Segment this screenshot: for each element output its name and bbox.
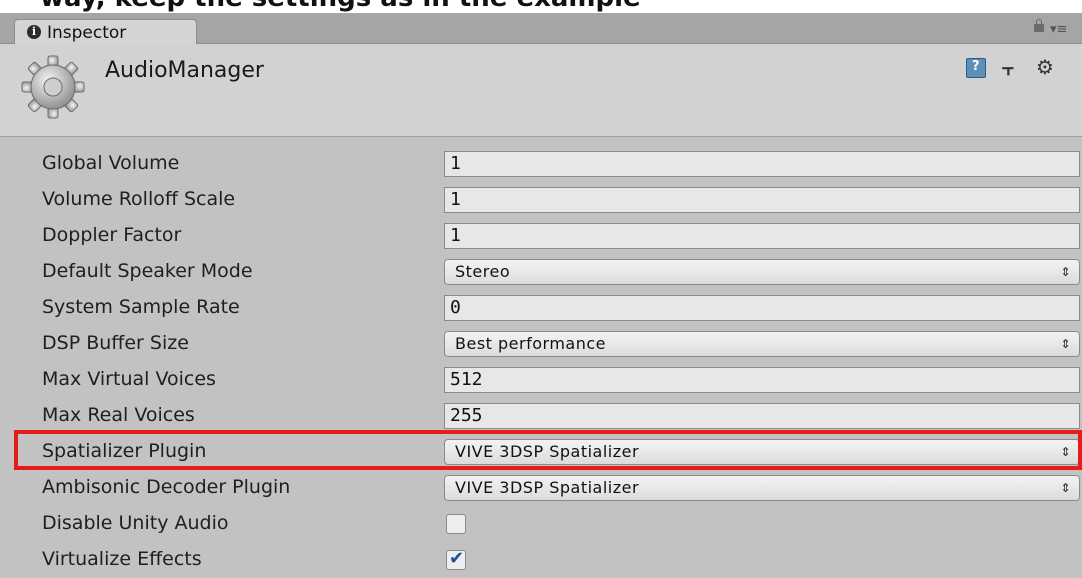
dropdown-arrow-icon: ⇕ [1060,445,1071,459]
property-label: Max Virtual Voices [42,368,216,390]
dropdown-arrow-icon: ⇕ [1060,265,1071,279]
default-speaker-mode-dropdown[interactable]: Stereo ⇕ [444,259,1080,285]
property-row-disable-unity-audio: Disable Unity Audio [0,506,1082,542]
volume-rolloff-scale-field[interactable]: 1 [444,187,1080,213]
disable-unity-audio-checkbox[interactable] [446,514,466,534]
property-label: Global Volume [42,152,180,174]
property-label: System Sample Rate [42,296,240,318]
ambisonic-decoder-plugin-dropdown[interactable]: VIVE 3DSP Spatializer ⇕ [444,475,1080,501]
info-icon: i [27,25,41,39]
property-row-max-virtual-voices: Max Virtual Voices 512 [0,362,1082,398]
property-row-virtualize-effects: Virtualize Effects ✔ [0,542,1082,578]
property-label: Spatializer Plugin [42,440,207,462]
max-real-voices-field[interactable]: 255 [444,403,1080,429]
property-row-doppler-factor: Doppler Factor 1 [0,218,1082,254]
tab-inspector[interactable]: i Inspector [14,19,197,45]
system-sample-rate-field[interactable]: 0 [444,295,1080,321]
property-row-system-sample-rate: System Sample Rate 0 [0,290,1082,326]
lock-icon[interactable] [1034,19,1044,32]
dropdown-value: VIVE 3DSP Spatializer [455,478,640,497]
property-label: DSP Buffer Size [42,332,189,354]
property-label: Ambisonic Decoder Plugin [42,476,291,498]
caption-text: way, keep the settings as in the example [40,0,641,13]
checkmark-icon: ✔ [449,548,465,569]
help-book-icon[interactable] [966,58,986,78]
property-row-max-real-voices: Max Real Voices 255 [0,398,1082,434]
cropped-caption: way, keep the settings as in the example [0,0,1082,13]
property-label: Doppler Factor [42,224,182,246]
preset-icon[interactable]: ⫟ [1002,56,1014,80]
property-row-ambisonic-decoder-plugin: Ambisonic Decoder Plugin VIVE 3DSP Spati… [0,470,1082,506]
inspector-tab-bar: i Inspector ▾≡ [0,13,1082,45]
property-label: Max Real Voices [42,404,195,426]
property-label: Default Speaker Mode [42,260,253,282]
dsp-buffer-size-dropdown[interactable]: Best performance ⇕ [444,331,1080,357]
spatializer-plugin-dropdown[interactable]: VIVE 3DSP Spatializer ⇕ [444,439,1080,465]
property-label: Disable Unity Audio [42,512,229,534]
max-virtual-voices-field[interactable]: 512 [444,367,1080,393]
header-icons: ⫟ ⚙ [966,55,1076,80]
gear-icon [21,55,85,119]
menu-icon[interactable]: ▾≡ [1050,22,1067,37]
tab-tools: ▾≡ [1034,19,1074,38]
property-label: Volume Rolloff Scale [42,188,236,210]
component-title: AudioManager [105,58,264,83]
property-row-dsp-buffer-size: DSP Buffer Size Best performance ⇕ [0,326,1082,362]
dropdown-value: VIVE 3DSP Spatializer [455,442,640,461]
doppler-factor-field[interactable]: 1 [444,223,1080,249]
property-row-volume-rolloff-scale: Volume Rolloff Scale 1 [0,182,1082,218]
property-row-spatializer-plugin: Spatializer Plugin VIVE 3DSP Spatializer… [0,434,1082,470]
component-header: AudioManager ⫟ ⚙ [0,44,1082,137]
tab-label: Inspector [47,23,127,43]
property-row-global-volume: Global Volume 1 [0,146,1082,182]
property-row-default-speaker-mode: Default Speaker Mode Stereo ⇕ [0,254,1082,290]
property-label: Virtualize Effects [42,548,202,570]
settings-cog-icon[interactable]: ⚙ [1036,55,1054,79]
dropdown-arrow-icon: ⇕ [1060,481,1071,495]
dropdown-value: Stereo [455,262,511,281]
dropdown-value: Best performance [455,334,606,353]
dropdown-arrow-icon: ⇕ [1060,337,1071,351]
virtualize-effects-checkbox[interactable]: ✔ [446,548,466,570]
global-volume-field[interactable]: 1 [444,151,1080,177]
property-list: Global Volume 1 Volume Rolloff Scale 1 D… [0,137,1082,578]
